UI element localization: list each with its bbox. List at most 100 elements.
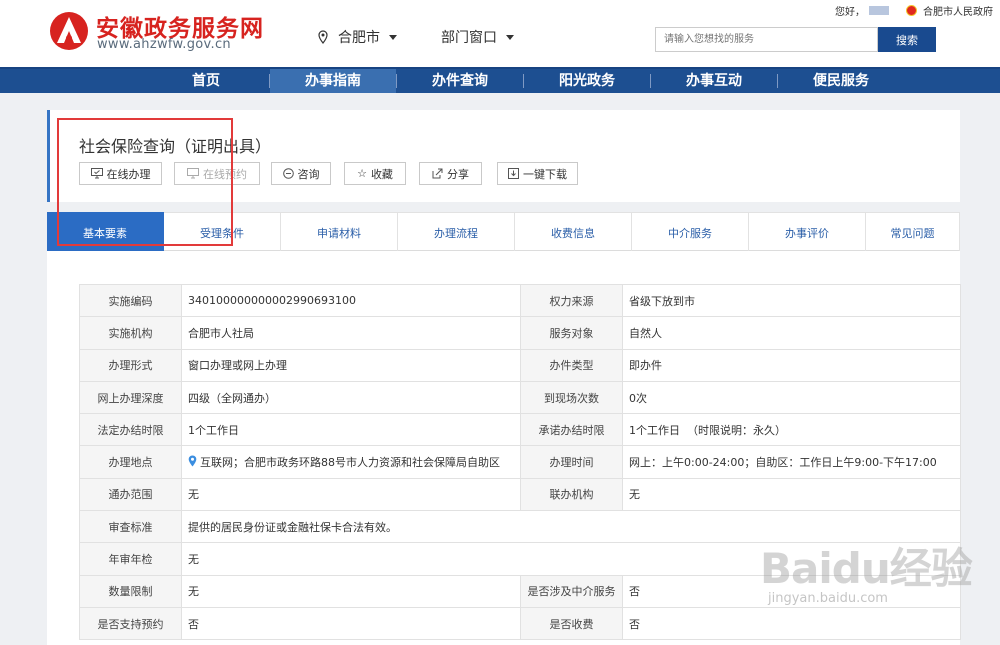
field-value: 无 [181, 477, 521, 512]
city-selector[interactable]: 合肥市 [318, 27, 397, 47]
annotation-highlight-box [57, 118, 233, 246]
field-value: 0次 [622, 380, 961, 415]
nav-item-guide[interactable]: 办事指南 [270, 69, 396, 93]
table-row: 办理形式 窗口办理或网上办理 办件类型 即办件 [79, 348, 961, 382]
title-accent-bar [47, 110, 50, 202]
basic-info-table: 实施编码 340100000000002990693100 权力来源 省级下放到… [79, 283, 961, 641]
field-label: 法定办结时限 [79, 413, 182, 447]
table-row: 法定办结时限 1个工作日 承诺办结时限 1个工作日 （时限说明：永久） [79, 413, 961, 447]
tab-intermediary[interactable]: 中介服务 [632, 212, 749, 251]
table-row: 实施机构 合肥市人社局 服务对象 自然人 [79, 316, 961, 350]
table-row: 网上办理深度 四级（全网通办） 到现场次数 0次 [79, 380, 961, 415]
site-header: 安徽政务服务网 www.ahzwfw.gov.cn 合肥市 部门窗口 您好， 合… [0, 0, 1000, 67]
consult-button[interactable]: 咨询 [271, 162, 331, 185]
field-value: 否 [181, 606, 521, 641]
table-row: 审查标准 提供的居民身份证或金融社保卡合法有效。 [79, 510, 961, 544]
field-label: 是否涉及中介服务 [520, 574, 623, 608]
search-button[interactable]: 搜索 [878, 27, 936, 52]
field-label: 承诺办结时限 [520, 413, 623, 447]
field-value: 无 [181, 542, 961, 576]
field-label: 办理时间 [520, 445, 623, 479]
nav-item-interaction[interactable]: 办事互动 [651, 69, 777, 93]
table-row: 实施编码 340100000000002990693100 权力来源 省级下放到… [79, 283, 961, 318]
field-label: 到现场次数 [520, 380, 623, 415]
tab-process[interactable]: 办理流程 [398, 212, 515, 251]
chat-icon [282, 168, 294, 179]
field-value: 自然人 [622, 316, 961, 350]
field-value: 提供的居民身份证或金融社保卡合法有效。 [181, 510, 961, 544]
download-label: 一键下载 [523, 167, 567, 181]
tab-faq[interactable]: 常见问题 [866, 212, 960, 251]
nav-item-open-gov[interactable]: 阳光政务 [524, 69, 650, 93]
site-domain: www.ahzwfw.gov.cn [97, 37, 231, 52]
field-label: 办理形式 [79, 348, 182, 382]
site-logo-icon[interactable] [48, 9, 90, 53]
nav-item-home[interactable]: 首页 [143, 69, 269, 93]
field-label: 通办范围 [79, 477, 182, 512]
gov-link-label: 合肥市人民政府 [923, 7, 993, 18]
download-icon [508, 168, 519, 179]
field-value: 1个工作日 [181, 413, 521, 447]
share-button[interactable]: 分享 [419, 162, 482, 185]
nav-item-query[interactable]: 办件查询 [397, 69, 523, 93]
location-value: 互联网；合肥市政务环路88号市人力资源和社会保障局自助区 [181, 445, 521, 479]
dept-window-label: 部门窗口 [441, 30, 497, 46]
table-row: 年审年检 无 [79, 542, 961, 576]
field-label: 是否支持预约 [79, 606, 182, 641]
download-button[interactable]: 一键下载 [497, 162, 578, 185]
nav-item-services[interactable]: 便民服务 [778, 69, 904, 93]
table-row: 数量限制 无 是否涉及中介服务 否 [79, 574, 961, 608]
location-text: 互联网；合肥市政务环路88号市人力资源和社会保障局自助区 [200, 456, 500, 470]
user-greeting[interactable]: 您好， [835, 3, 889, 18]
dept-window-selector[interactable]: 部门窗口 [441, 27, 514, 47]
table-row: 是否支持预约 否 是否收费 否 [79, 606, 961, 641]
gov-link[interactable]: 合肥市人民政府 [906, 3, 993, 18]
greeting-text: 您好， [835, 7, 865, 18]
field-value: 1个工作日 （时限说明：永久） [622, 413, 961, 447]
table-row: 通办范围 无 联办机构 无 [79, 477, 961, 512]
field-label: 联办机构 [520, 477, 623, 512]
tab-application-materials[interactable]: 申请材料 [281, 212, 398, 251]
field-label: 办理地点 [79, 445, 182, 479]
field-value: 否 [622, 574, 961, 608]
share-icon [432, 168, 443, 179]
basic-info-panel: 实施编码 340100000000002990693100 权力来源 省级下放到… [47, 251, 961, 645]
share-label: 分享 [447, 167, 469, 181]
search-input[interactable] [655, 27, 878, 52]
table-row: 办理地点 互联网；合肥市政务环路88号市人力资源和社会保障局自助区 办理时间 网… [79, 445, 961, 479]
favorite-label: 收藏 [370, 167, 393, 181]
national-emblem-icon [906, 5, 917, 16]
city-label: 合肥市 [338, 30, 380, 46]
field-value: 合肥市人社局 [181, 316, 521, 350]
field-label: 实施编码 [79, 283, 182, 318]
field-label: 办件类型 [520, 348, 623, 382]
field-value: 即办件 [622, 348, 961, 382]
field-label: 是否收费 [520, 606, 623, 641]
star-icon: ☆ [357, 167, 367, 180]
consult-label: 咨询 [297, 167, 320, 181]
field-label: 审查标准 [79, 510, 182, 544]
field-label: 服务对象 [520, 316, 623, 350]
field-value: 窗口办理或网上办理 [181, 348, 521, 382]
map-pin-icon[interactable] [188, 455, 197, 467]
field-value: 无 [181, 574, 521, 608]
chevron-down-icon [389, 34, 397, 40]
field-value: 省级下放到市 [622, 283, 961, 318]
field-label: 权力来源 [520, 283, 623, 318]
field-label: 数量限制 [79, 574, 182, 608]
field-label: 年审年检 [79, 542, 182, 576]
field-label: 网上办理深度 [79, 380, 182, 415]
field-value: 否 [622, 606, 961, 641]
username-masked[interactable] [869, 6, 889, 15]
location-pin-icon [318, 30, 328, 44]
field-label: 实施机构 [79, 316, 182, 350]
field-value: 四级（全网通办） [181, 380, 521, 415]
field-value: 无 [622, 477, 961, 512]
field-value: 网上：上午0:00-24:00；自助区：工作日上午9:00-下午17:00 [622, 445, 961, 479]
favorite-button[interactable]: ☆ 收藏 [344, 162, 406, 185]
field-value: 340100000000002990693100 [181, 283, 521, 318]
tab-fees[interactable]: 收费信息 [515, 212, 632, 251]
tab-evaluation[interactable]: 办事评价 [749, 212, 866, 251]
main-nav: 首页 办事指南 办件查询 阳光政务 办事互动 便民服务 [0, 67, 1000, 93]
chevron-down-icon [506, 34, 514, 40]
